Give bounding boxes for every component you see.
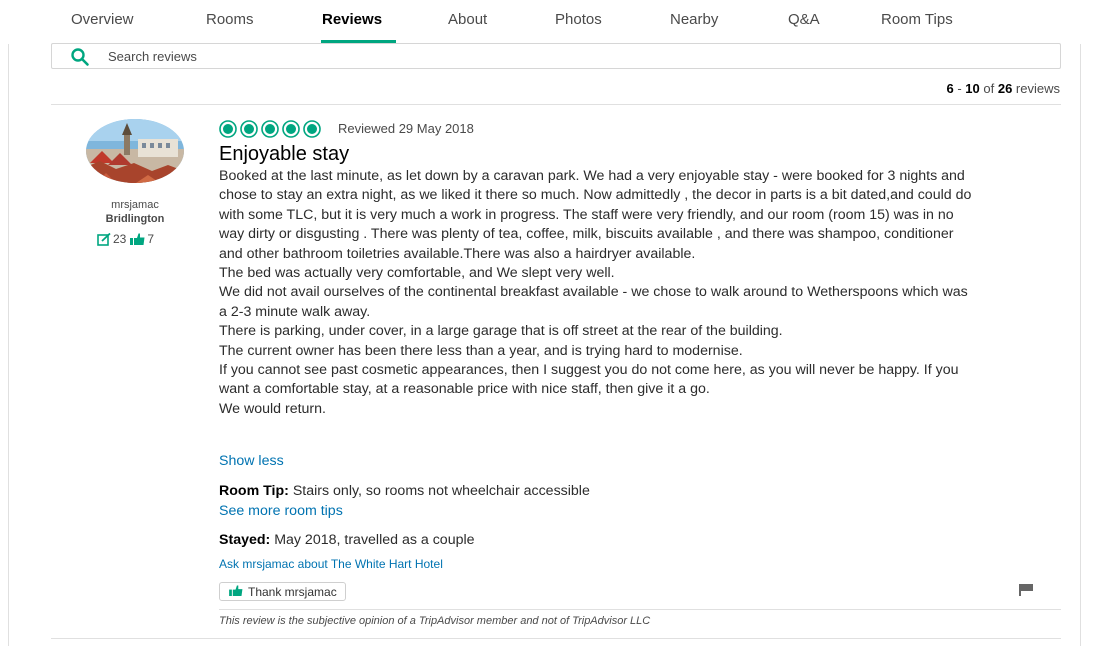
thumbs-up-icon	[229, 584, 243, 599]
tab-about[interactable]: About	[448, 11, 487, 28]
room-tip-text: Stairs only, so rooms not wheelchair acc…	[288, 483, 590, 499]
avatar[interactable]	[86, 119, 184, 183]
review-pagination-count: 6 - 10 of 26 reviews	[947, 81, 1061, 96]
review-text: Booked at the last minute, as let down b…	[219, 167, 979, 419]
stayed-label: Stayed:	[219, 532, 271, 548]
range-separator: -	[953, 81, 966, 96]
reviewer-name[interactable]: mrsjamac	[60, 199, 210, 211]
review-paragraph: There is parking, under cover, in a larg…	[219, 323, 783, 340]
divider-top	[51, 104, 1061, 105]
tab-nearby[interactable]: Nearby	[670, 11, 718, 28]
room-tip-label: Room Tip:	[219, 483, 289, 499]
top-navigation: Overview Rooms Reviews About Photos Near…	[0, 0, 1094, 44]
search-input[interactable]	[108, 47, 1008, 65]
review-title[interactable]: Enjoyable stay	[219, 143, 349, 166]
range-suffix: reviews	[1012, 81, 1060, 96]
room-tip: Room Tip: Stairs only, so rooms not whee…	[219, 483, 590, 499]
see-more-room-tips-link[interactable]: See more room tips	[219, 503, 343, 519]
reviewer-stats: 23 7	[97, 232, 154, 246]
divider-bottom	[51, 638, 1061, 639]
ask-reviewer-link[interactable]: Ask mrsjamac about The White Hart Hotel	[219, 557, 443, 571]
range-of: of	[979, 81, 998, 96]
tab-room-tips[interactable]: Room Tips	[881, 11, 953, 28]
review-paragraph: Booked at the last minute, as let down b…	[219, 168, 972, 262]
thank-reviewer-button[interactable]: Thank mrsjamac	[219, 582, 346, 601]
divider-disclaimer	[219, 609, 1061, 610]
total-reviews: 26	[997, 81, 1013, 96]
card-border-right	[1080, 44, 1081, 646]
review-paragraph: The bed was actually very comfortable, a…	[219, 265, 615, 282]
review-count-icon	[97, 232, 111, 246]
review-paragraph: We did not avail ourselves of the contin…	[219, 284, 968, 320]
rating-bubble-fill	[244, 124, 254, 134]
reviewer-helpful-votes: 7	[147, 232, 155, 246]
stayed-text: May 2018, travelled as a couple	[270, 532, 475, 548]
rating-bubble-fill	[286, 124, 296, 134]
range-end: 10	[965, 81, 980, 96]
card-border-left	[8, 44, 9, 646]
rating-bubble-fill	[265, 124, 275, 134]
review-paragraph: The current owner has been there less th…	[219, 342, 743, 359]
review-paragraph: We would return.	[219, 400, 326, 417]
stayed-info: Stayed: May 2018, travelled as a couple	[219, 532, 475, 548]
search-box[interactable]	[51, 43, 1061, 69]
review-paragraph: If you cannot see past cosmetic appearan…	[219, 362, 959, 398]
tab-reviews[interactable]: Reviews	[322, 11, 382, 28]
tab-rooms[interactable]: Rooms	[206, 11, 254, 28]
search-icon	[70, 47, 90, 67]
reviewer-location: Bridlington	[105, 213, 165, 225]
tab-overview[interactable]: Overview	[71, 11, 134, 28]
tab-photos[interactable]: Photos	[555, 11, 602, 28]
tab-qa[interactable]: Q&A	[788, 11, 820, 28]
flag-icon[interactable]	[1019, 583, 1033, 596]
thumbs-up-icon	[130, 233, 145, 245]
reviewer-review-count: 23	[113, 232, 127, 246]
rating-bubbles	[219, 120, 329, 138]
range-start: 6	[946, 81, 954, 96]
rating-bubble-fill	[223, 124, 233, 134]
rating-bubble-fill	[307, 124, 317, 134]
show-less-link[interactable]: Show less	[219, 453, 284, 469]
review-date: Reviewed 29 May 2018	[338, 121, 474, 136]
review-disclaimer: This review is the subjective opinion of…	[219, 615, 651, 627]
thank-button-label: Thank mrsjamac	[248, 584, 337, 599]
